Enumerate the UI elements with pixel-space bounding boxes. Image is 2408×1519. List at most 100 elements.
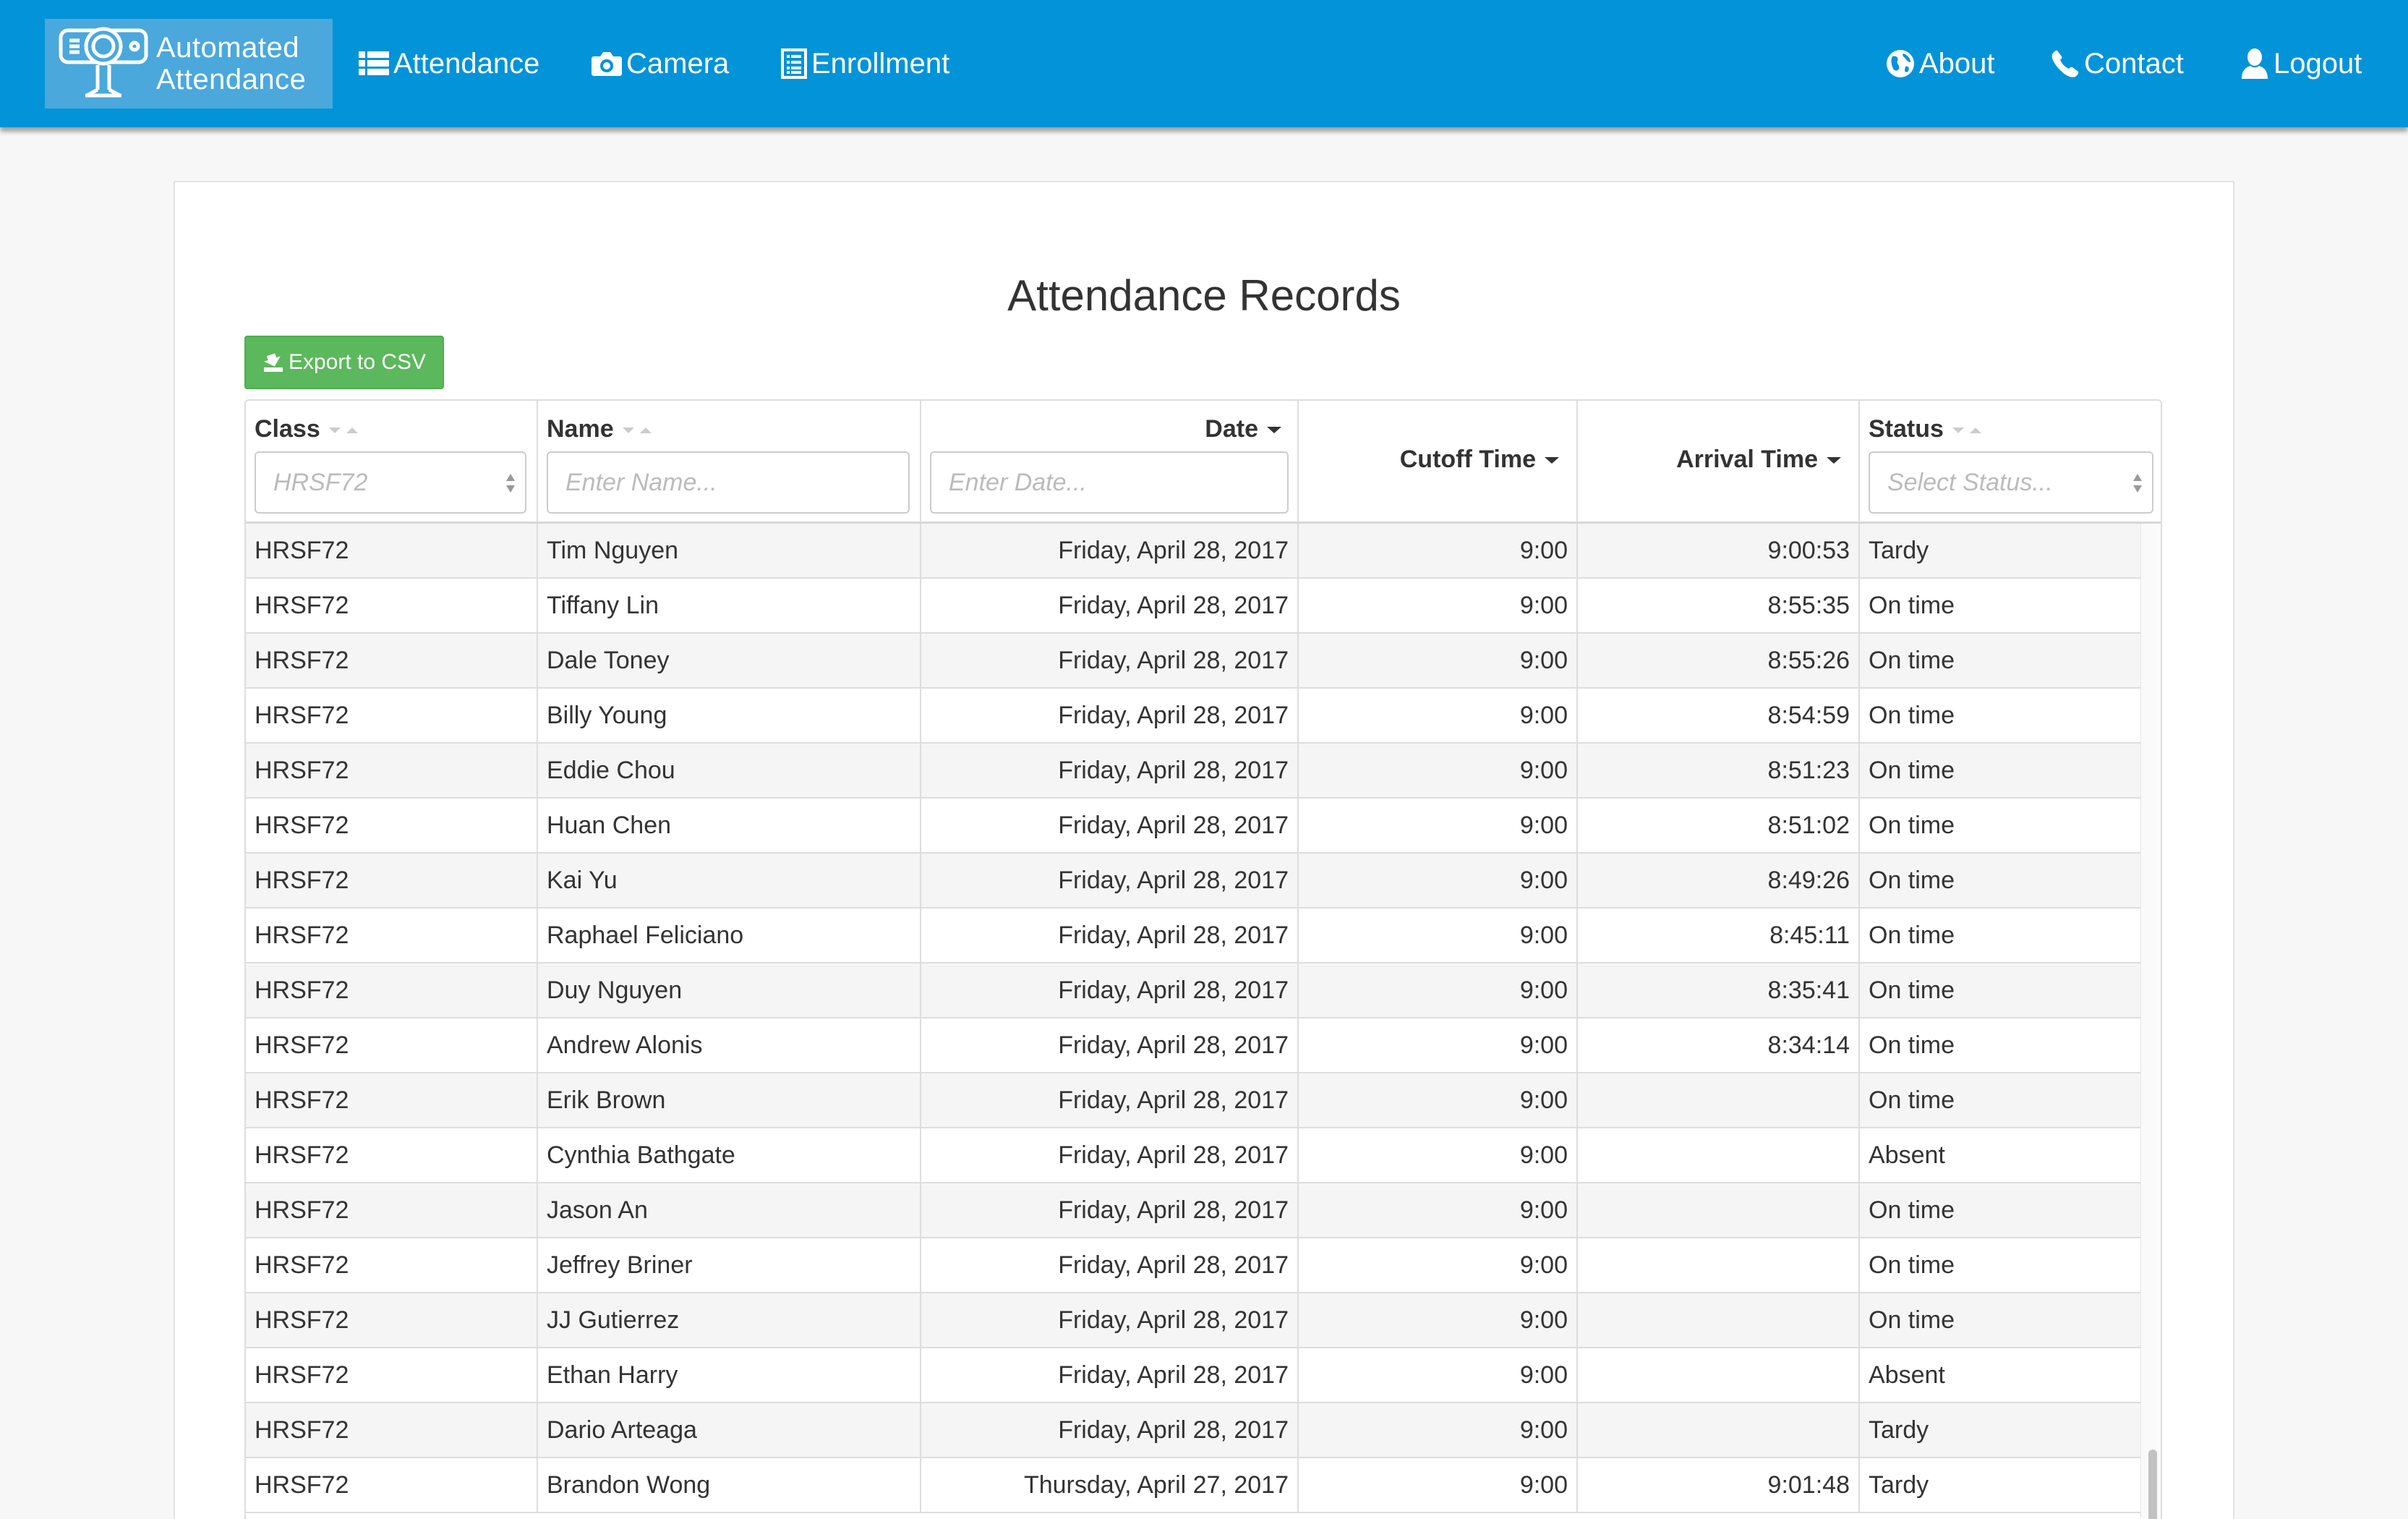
class-filter-value: HRSF72 bbox=[273, 468, 368, 496]
cell-cutoff-time: 9:00 bbox=[1299, 909, 1578, 962]
cell-date: Friday, April 28, 2017 bbox=[921, 744, 1299, 797]
cell-cutoff-time: 9:00 bbox=[1299, 854, 1578, 907]
date-filter-input[interactable]: Enter Date... bbox=[930, 451, 1289, 514]
cell-date: Friday, April 28, 2017 bbox=[921, 909, 1299, 962]
cell-class: HRSF72 bbox=[246, 634, 538, 687]
brand-logo[interactable]: Automated Attendance bbox=[45, 19, 333, 109]
column-header-cutoff-time[interactable]: Cutoff Time bbox=[1299, 401, 1578, 522]
column-date-title[interactable]: Date bbox=[1205, 415, 1281, 443]
table-row[interactable]: HRSF72 Billy Young Friday, April 28, 201… bbox=[246, 689, 2140, 744]
table-row[interactable]: HRSF72 Cynthia Bathgate Friday, April 28… bbox=[246, 1128, 2140, 1183]
cell-status: Absent bbox=[1869, 1361, 1945, 1389]
column-date-label: Date bbox=[1205, 415, 1258, 443]
nav-camera-label: Camera bbox=[626, 47, 730, 80]
table-row[interactable]: HRSF72 Jason An Friday, April 28, 2017 9… bbox=[246, 1183, 2140, 1238]
cell-class: HRSF72 bbox=[246, 1128, 538, 1182]
cell-cutoff-time: 9:00 bbox=[1299, 1403, 1578, 1457]
cell-status: On time bbox=[1869, 977, 1955, 1004]
nav-enrollment[interactable]: Enrollment bbox=[781, 42, 949, 85]
cell-name: Huan Chen bbox=[538, 799, 921, 852]
cell-status: On time bbox=[1869, 1031, 1955, 1059]
cell-status: Tardy bbox=[1869, 1471, 1929, 1499]
name-filter-input[interactable]: Enter Name... bbox=[547, 451, 910, 514]
cell-class: HRSF72 bbox=[246, 909, 538, 962]
column-header-date[interactable]: Date Enter Date... bbox=[921, 401, 1299, 522]
cell-date: Friday, April 28, 2017 bbox=[921, 1018, 1299, 1072]
cell-cutoff-time: 9:00 bbox=[1299, 963, 1578, 1017]
cell-arrival-time bbox=[1578, 1128, 1860, 1182]
column-name-title[interactable]: Name bbox=[547, 415, 653, 443]
page-title: Attendance Records bbox=[1007, 271, 1401, 320]
column-cutoff-label: Cutoff Time bbox=[1399, 446, 1536, 473]
cell-class: HRSF72 bbox=[246, 579, 538, 632]
scrollbar-thumb[interactable] bbox=[2148, 1450, 2157, 1519]
table-row[interactable]: HRSF72 Huan Chen Friday, April 28, 2017 … bbox=[246, 799, 2140, 854]
column-class-label: Class bbox=[255, 415, 320, 443]
cell-class: HRSF72 bbox=[246, 1293, 538, 1347]
table-row[interactable]: HRSF72 Tim Nguyen Friday, April 28, 2017… bbox=[246, 524, 2140, 579]
table-row[interactable]: HRSF72 Eddie Chou Friday, April 28, 2017… bbox=[246, 744, 2140, 799]
cell-cutoff-time: 9:00 bbox=[1299, 744, 1578, 797]
cell-cutoff-time: 9:00 bbox=[1299, 1348, 1578, 1402]
table-row[interactable]: HRSF72 Erik Brown Friday, April 28, 2017… bbox=[246, 1073, 2140, 1128]
nav-logout[interactable]: Logout bbox=[2240, 42, 2362, 85]
column-header-arrival-time[interactable]: Arrival Time bbox=[1578, 401, 1860, 522]
column-status-title[interactable]: Status bbox=[1869, 415, 1983, 443]
table-row[interactable]: HRSF72 Tiffany Lin Friday, April 28, 201… bbox=[246, 579, 2140, 634]
cell-name: Billy Young bbox=[538, 689, 921, 742]
table-header: Class HRSF72 Name Enter Name... Date Ent… bbox=[246, 401, 2161, 524]
class-filter-select[interactable]: HRSF72 bbox=[255, 451, 526, 514]
nav-contact-label: Contact bbox=[2084, 47, 2184, 80]
nav-contact[interactable]: Contact bbox=[2051, 42, 2184, 85]
cell-arrival-time: 8:51:23 bbox=[1578, 744, 1860, 797]
table-row[interactable]: HRSF72 Jeffrey Briner Friday, April 28, … bbox=[246, 1238, 2140, 1293]
column-header-name[interactable]: Name Enter Name... bbox=[538, 401, 921, 522]
cell-status: On time bbox=[1869, 1251, 1955, 1279]
top-navbar: Automated Attendance Attendance Camera E… bbox=[0, 0, 2408, 127]
column-header-class[interactable]: Class HRSF72 bbox=[246, 401, 538, 522]
table-row[interactable]: HRSF72 Raphael Feliciano Friday, April 2… bbox=[246, 909, 2140, 963]
nav-attendance[interactable]: Attendance bbox=[359, 42, 539, 85]
sort-icon bbox=[328, 425, 359, 435]
column-class-title[interactable]: Class bbox=[255, 415, 359, 443]
cell-name: Tim Nguyen bbox=[538, 524, 921, 577]
nav-about[interactable]: About bbox=[1886, 42, 1995, 85]
cell-name: Dario Arteaga bbox=[538, 1403, 921, 1457]
table-row[interactable]: HRSF72 Dale Toney Friday, April 28, 2017… bbox=[246, 634, 2140, 689]
name-filter-placeholder: Enter Name... bbox=[565, 468, 717, 496]
cell-arrival-time bbox=[1578, 1183, 1860, 1237]
column-cutoff-title[interactable]: Cutoff Time bbox=[1400, 446, 1559, 474]
cell-date: Friday, April 28, 2017 bbox=[921, 524, 1299, 577]
download-icon bbox=[263, 353, 283, 372]
table-row[interactable]: HRSF72 JJ Gutierrez Friday, April 28, 20… bbox=[246, 1293, 2140, 1348]
cell-status: On time bbox=[1869, 922, 1955, 949]
nav-camera[interactable]: Camera bbox=[592, 42, 729, 85]
table-scrollbar[interactable] bbox=[2140, 524, 2161, 1519]
nav-enrollment-label: Enrollment bbox=[811, 47, 950, 80]
table-row[interactable]: HRSF72 Brandon Wong Thursday, April 27, … bbox=[246, 1458, 2140, 1513]
cell-class: HRSF72 bbox=[246, 854, 538, 907]
cell-date: Friday, April 28, 2017 bbox=[921, 1293, 1299, 1347]
status-filter-select[interactable]: Select Status... bbox=[1869, 451, 2153, 514]
cell-date: Friday, April 28, 2017 bbox=[921, 799, 1299, 852]
table-row[interactable]: HRSF72 Kai Yu Friday, April 28, 2017 9:0… bbox=[246, 854, 2140, 909]
column-header-status[interactable]: Status Select Status... bbox=[1860, 401, 2161, 522]
table-row[interactable]: HRSF72 Duy Nguyen Friday, April 28, 2017… bbox=[246, 963, 2140, 1018]
cell-arrival-time: 8:55:35 bbox=[1578, 579, 1860, 632]
cell-cutoff-time: 9:00 bbox=[1299, 524, 1578, 577]
nav-attendance-label: Attendance bbox=[393, 47, 540, 80]
table-row[interactable]: HRSF72 Ethan Harry Friday, April 28, 201… bbox=[246, 1348, 2140, 1403]
cell-status: On time bbox=[1869, 1196, 1955, 1224]
cell-name: Kai Yu bbox=[538, 854, 921, 907]
cell-name: Jason An bbox=[538, 1183, 921, 1237]
cell-arrival-time bbox=[1578, 1293, 1860, 1347]
table-row[interactable]: HRSF72 Dario Arteaga Friday, April 28, 2… bbox=[246, 1403, 2140, 1458]
cell-date: Thursday, April 27, 2017 bbox=[921, 1458, 1299, 1512]
column-arrival-title[interactable]: Arrival Time bbox=[1676, 446, 1841, 474]
cell-name: Ethan Harry bbox=[538, 1348, 921, 1402]
cell-cutoff-time: 9:00 bbox=[1299, 1018, 1578, 1072]
table-row[interactable]: HRSF72 Andrew Alonis Friday, April 28, 2… bbox=[246, 1018, 2140, 1073]
export-csv-button[interactable]: Export to CSV bbox=[244, 336, 444, 389]
cell-date: Friday, April 28, 2017 bbox=[921, 963, 1299, 1017]
cell-arrival-time: 8:35:41 bbox=[1578, 963, 1860, 1017]
